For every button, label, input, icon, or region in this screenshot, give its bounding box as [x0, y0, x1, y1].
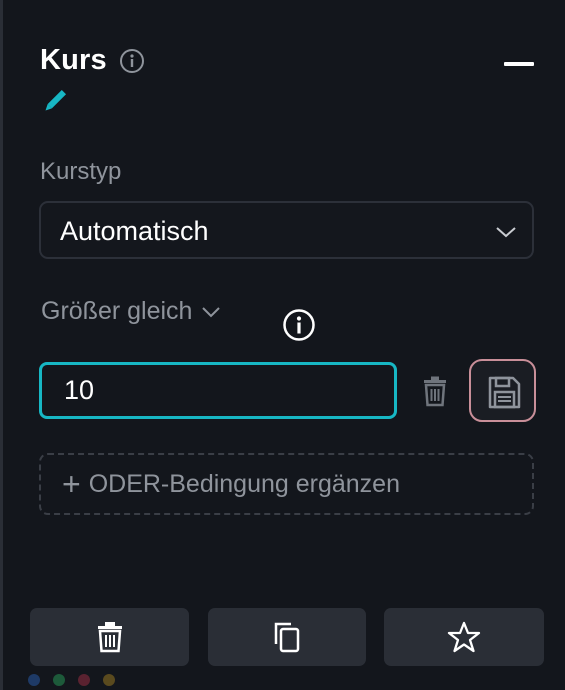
star-icon [447, 621, 481, 653]
favorite-button[interactable] [384, 608, 544, 666]
operator-dropdown[interactable]: Größer gleich [41, 297, 222, 326]
operator-label: Größer gleich [41, 297, 193, 325]
condition-panel: Kurs Kurstyp Automatisch Größer gleich 1… [0, 0, 565, 690]
status-dot [78, 674, 90, 686]
status-dot [103, 674, 115, 686]
condition-value-input[interactable] [39, 362, 397, 419]
course-type-label: Kurstyp [40, 158, 122, 185]
course-type-value: Automatisch [60, 216, 209, 246]
course-type-select[interactable]: Automatisch [39, 201, 534, 259]
trash-icon[interactable] [419, 374, 451, 408]
pencil-icon[interactable] [38, 86, 70, 118]
operator-info-icon[interactable] [282, 308, 316, 342]
section-title: Kurs [40, 44, 107, 76]
trash-icon [97, 622, 122, 653]
collapse-button[interactable] [503, 52, 535, 74]
duplicate-button[interactable] [208, 608, 366, 666]
status-dot [53, 674, 65, 686]
status-dot [28, 674, 40, 686]
save-button[interactable] [469, 359, 536, 422]
copy-icon [274, 622, 300, 653]
floppy-disk-icon [488, 376, 521, 409]
add-or-condition-button[interactable]: + ODER-Bedingung ergänzen [39, 453, 534, 515]
plus-icon: + [62, 466, 81, 502]
delete-button[interactable] [30, 608, 189, 666]
section-header: Kurs [40, 44, 145, 77]
panel-border [0, 0, 3, 690]
add-or-condition-label: ODER-Bedingung ergänzen [88, 469, 400, 498]
chevron-down-icon [496, 227, 516, 238]
info-icon[interactable] [119, 48, 145, 74]
chevron-down-icon [202, 306, 221, 317]
